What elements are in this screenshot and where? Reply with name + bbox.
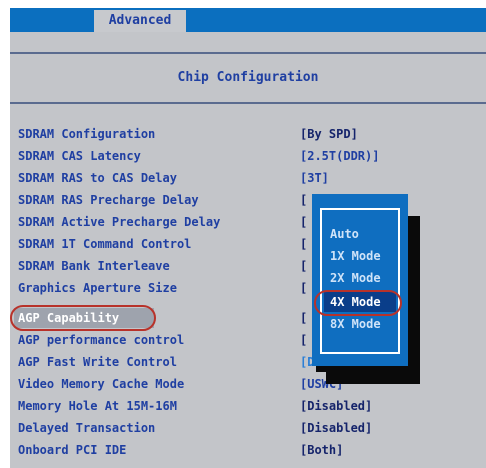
setting-label: Onboard PCI IDE	[18, 443, 127, 457]
option-2x-mode[interactable]: 2X Mode	[324, 268, 396, 288]
setting-value: [By SPD]	[300, 127, 358, 141]
setting-label: Graphics Aperture Size	[18, 281, 177, 295]
annotation-circle	[314, 290, 402, 316]
option-8x-mode[interactable]: 8X Mode	[324, 314, 396, 334]
setting-value: [Disabled]	[300, 399, 373, 413]
setting-label: SDRAM CAS Latency	[18, 149, 141, 163]
option-1x-mode[interactable]: 1X Mode	[324, 246, 396, 266]
option-auto[interactable]: Auto	[324, 224, 396, 244]
setting-row[interactable]: Memory Hole At 15M-16M [Disabled]	[10, 396, 486, 416]
tab-advanced[interactable]: Advanced	[94, 10, 186, 32]
setting-label: Memory Hole At 15M-16M	[18, 399, 177, 413]
setting-label: AGP Fast Write Control	[18, 355, 177, 369]
page-title: Chip Configuration	[177, 70, 319, 85]
setting-value: [	[300, 333, 308, 347]
setting-value: [	[300, 237, 308, 251]
setting-value: [3T]	[300, 171, 329, 185]
setting-row[interactable]: SDRAM CAS Latency [2.5T(DDR)]	[10, 146, 486, 166]
setting-value: [	[300, 281, 308, 295]
setting-value: [	[300, 311, 308, 325]
setting-value: [	[300, 259, 308, 273]
setting-label: SDRAM 1T Command Control	[18, 237, 192, 251]
setting-label: Delayed Transaction	[18, 421, 156, 435]
setting-row[interactable]: SDRAM RAS Precharge Delay [	[10, 190, 486, 210]
setting-label: Video Memory Cache Mode	[18, 377, 185, 391]
setting-label: SDRAM Configuration	[18, 127, 156, 141]
setting-value: [	[300, 193, 308, 207]
options-popup: Auto 1X Mode 2X Mode 4X Mode 8X Mode	[312, 194, 408, 366]
setting-label: AGP performance control	[18, 333, 185, 347]
setting-row[interactable]: SDRAM RAS to CAS Delay [3T]	[10, 168, 486, 188]
setting-label: SDRAM Active Precharge Delay	[18, 215, 221, 229]
setting-value: [	[300, 215, 308, 229]
bios-screen: Advanced Chip Configuration SDRAM Config…	[10, 8, 486, 468]
setting-row[interactable]: SDRAM Configuration [By SPD]	[10, 124, 486, 144]
setting-label: SDRAM RAS Precharge Delay	[18, 193, 199, 207]
setting-label: SDRAM Bank Interleave	[18, 259, 170, 273]
setting-value: [Both]	[300, 443, 344, 457]
menu-bar: Advanced	[10, 8, 486, 32]
setting-value: [Disabled]	[300, 421, 373, 435]
setting-value: [2.5T(DDR)]	[300, 149, 380, 163]
setting-label: SDRAM RAS to CAS Delay	[18, 171, 177, 185]
setting-row[interactable]: Onboard PCI IDE [Both]	[10, 440, 486, 460]
annotation-circle	[10, 305, 156, 331]
section-header: Chip Configuration	[10, 52, 486, 104]
setting-row[interactable]: Delayed Transaction [Disabled]	[10, 418, 486, 438]
